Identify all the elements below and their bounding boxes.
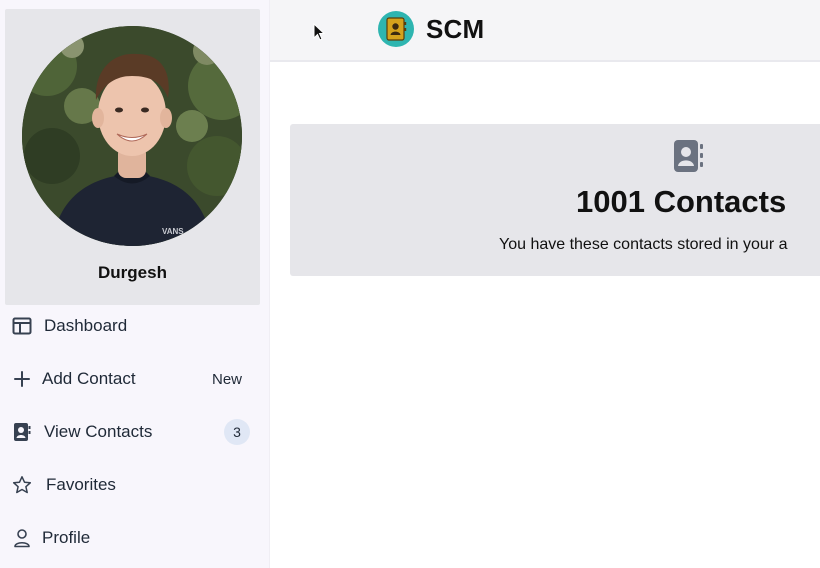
sidebar: VANS Durgesh Dashboard Add Contact New V…	[0, 0, 270, 568]
sidebar-item-dashboard[interactable]: Dashboard	[0, 301, 270, 351]
avatar[interactable]: VANS	[22, 26, 242, 246]
sidebar-item-label: Favorites	[46, 475, 116, 494]
top-navbar: SCM	[270, 0, 820, 62]
profile-name: Durgesh	[98, 263, 167, 282]
sidebar-item-add-contact[interactable]: Add Contact New	[0, 354, 270, 404]
contacts-icon	[12, 422, 32, 442]
brand-title[interactable]: SCM	[426, 14, 484, 45]
brand-logo-icon[interactable]	[378, 11, 414, 47]
plus-icon	[12, 369, 32, 389]
contacts-count-heading: 1001 Contacts	[576, 184, 787, 219]
mouse-cursor-icon	[313, 22, 326, 46]
user-icon	[12, 528, 32, 548]
svg-text:VANS: VANS	[162, 227, 184, 236]
contacts-count-badge: 3	[224, 419, 250, 445]
contacts-description: You have these contacts stored in your a	[499, 236, 788, 253]
profile-card: VANS Durgesh	[5, 9, 260, 305]
sidebar-item-label: Dashboard	[44, 316, 128, 335]
sidebar-item-view-contacts[interactable]: View Contacts 3	[0, 407, 270, 457]
avatar-image: VANS	[22, 26, 242, 246]
sidebar-item-label: Profile	[42, 528, 91, 547]
new-badge: New	[211, 370, 242, 388]
star-icon	[12, 475, 32, 495]
sidebar-item-label: Add Contact	[42, 369, 136, 388]
contacts-stats-card: 1001 Contacts You have these contacts st…	[290, 124, 820, 276]
dashboard-icon	[12, 316, 32, 336]
sidebar-item-favorites[interactable]: Favorites	[0, 460, 270, 510]
address-book-icon	[672, 138, 706, 174]
sidebar-item-label: View Contacts	[44, 422, 153, 441]
sidebar-item-profile[interactable]: Profile	[0, 513, 270, 563]
